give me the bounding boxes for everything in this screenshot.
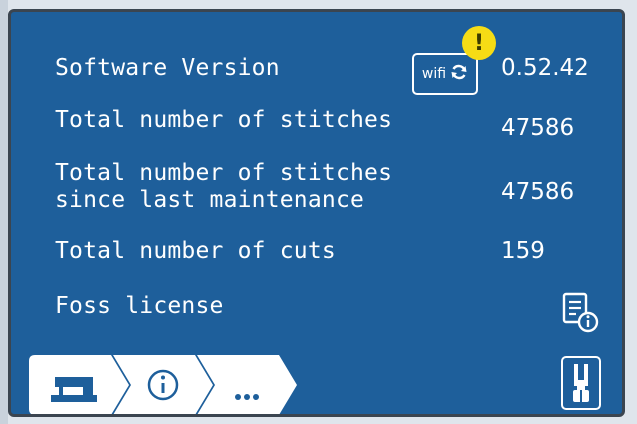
wifi-button-label: wifi [421,66,447,82]
foss-license-button[interactable] [561,292,601,334]
stitches-since-maintenance-label-line2: since last maintenance [55,187,365,213]
document-info-icon [562,292,599,333]
more-icon [235,394,259,400]
wifi-update-button[interactable]: wifi [412,53,478,95]
info-screen: Software Version 0.52.42 wifi ! Total nu… [8,9,625,417]
stitches-since-maintenance-label-line1: Total number of stitches [55,160,393,186]
refresh-icon [450,63,468,85]
device-frame [0,0,8,424]
software-version-value: 0.52.42 [501,55,589,81]
total-stitches-label: Total number of stitches [55,107,393,133]
software-version-label: Software Version [55,55,280,81]
tab-more[interactable] [197,355,297,414]
total-cuts-label: Total number of cuts [55,238,336,264]
total-cuts-value: 159 [501,238,545,264]
bottom-tab-bar [29,355,299,414]
stitches-since-maintenance-value: 47586 [501,179,575,205]
foss-license-label: Foss license [55,293,224,319]
presser-foot-icon [573,364,589,406]
presser-foot-button[interactable] [561,356,601,410]
warning-badge-icon: ! [462,26,496,60]
total-stitches-value: 47586 [501,115,575,141]
